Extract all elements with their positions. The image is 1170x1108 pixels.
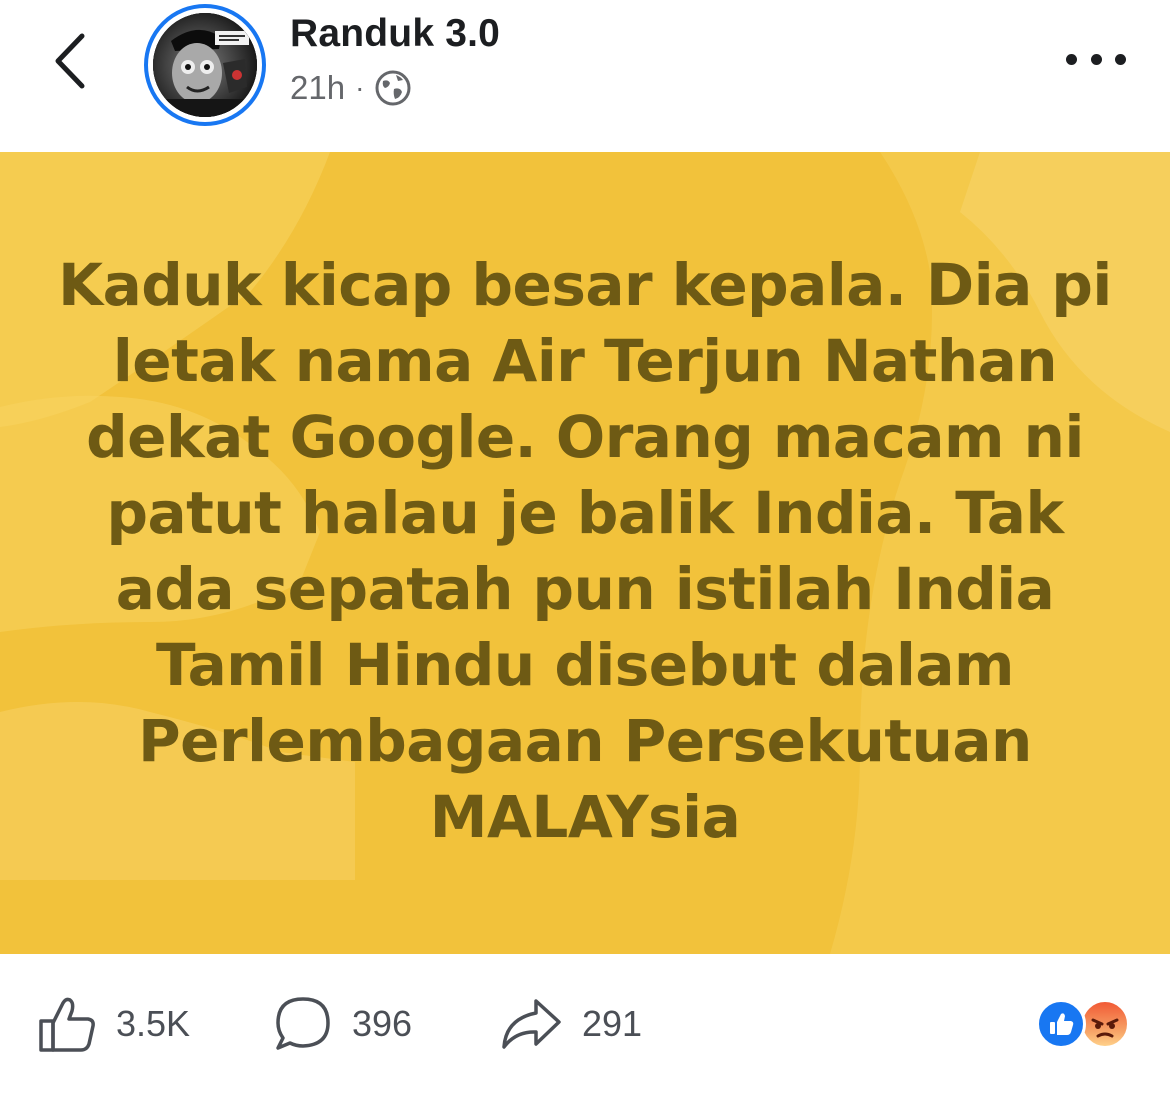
- like-count: 3.5K: [116, 1003, 191, 1044]
- share-arrow-icon: [502, 999, 561, 1049]
- page-name[interactable]: Randuk 3.0: [290, 12, 500, 56]
- post-meta: 21h ·: [290, 68, 412, 108]
- reactions-summary[interactable]: [1036, 996, 1136, 1052]
- more-options-button[interactable]: [1066, 42, 1126, 76]
- more-dot: [1066, 53, 1077, 65]
- meta-separator: ·: [355, 72, 365, 103]
- post-text: Kaduk kicap besar kepala. Dia pi letak n…: [58, 251, 1112, 851]
- share-button[interactable]: 291: [498, 994, 642, 1054]
- more-dot: [1090, 53, 1102, 65]
- comment-button[interactable]: 396: [272, 994, 412, 1054]
- angry-reaction-icon: [1080, 999, 1130, 1049]
- globe-icon[interactable]: [374, 69, 412, 107]
- like-button[interactable]: 3.5K: [36, 994, 190, 1054]
- post-header: Randuk 3.0 21h ·: [0, 0, 1170, 152]
- avatar[interactable]: [144, 4, 266, 126]
- share-count: 291: [582, 1003, 643, 1044]
- back-button[interactable]: [40, 26, 100, 96]
- avatar-image: [153, 13, 257, 117]
- action-bar: 3.5K 396 291: [0, 954, 1170, 1108]
- thumbs-up-icon: [39, 997, 95, 1052]
- comment-bubble-icon: [276, 997, 330, 1050]
- chevron-left-icon: [55, 33, 85, 89]
- post-background[interactable]: Kaduk kicap besar kepala. Dia pi letak n…: [0, 152, 1170, 954]
- like-reaction-icon: [1036, 999, 1086, 1049]
- comment-count: 396: [352, 1003, 413, 1044]
- post-time[interactable]: 21h: [290, 69, 345, 107]
- more-dot: [1115, 53, 1126, 65]
